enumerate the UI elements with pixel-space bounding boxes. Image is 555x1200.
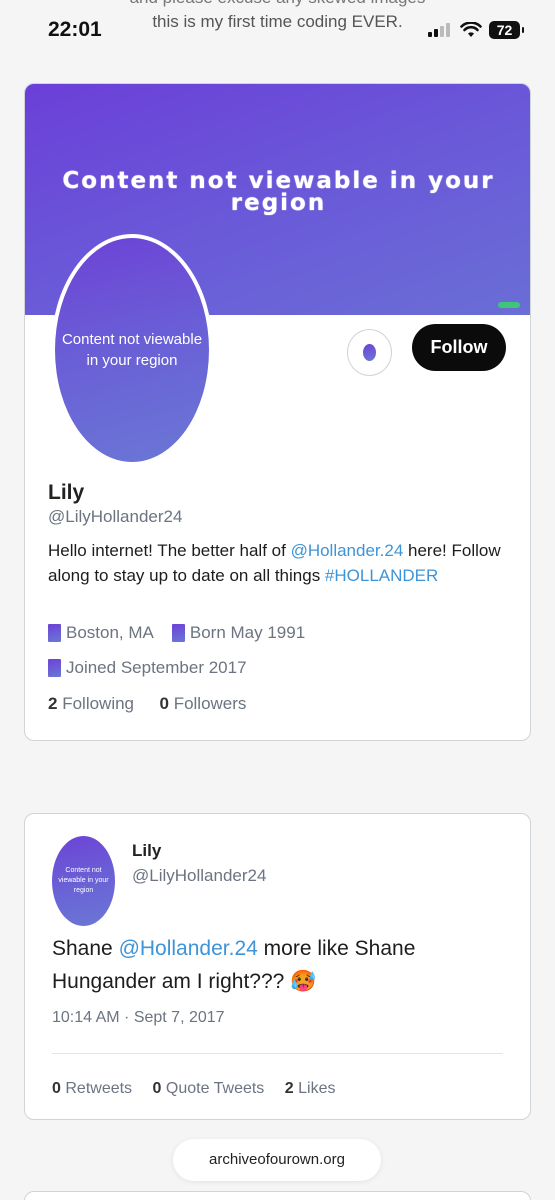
tweet-text-1: Shane xyxy=(52,937,119,960)
follow-counts: 2 Following 0 Followers xyxy=(48,694,246,714)
banner-badge xyxy=(498,302,520,308)
quote-tweets-stat[interactable]: 0 Quote Tweets xyxy=(153,1080,265,1097)
clock: 22:01 xyxy=(48,18,102,41)
retweets-count: 0 xyxy=(52,1080,61,1097)
profile-handle[interactable]: @LilyHollander24 xyxy=(48,507,182,527)
overlay-text-line-1: and please excuse any skewed images xyxy=(0,0,555,8)
profile-bio: Hello internet! The better half of @Holl… xyxy=(48,538,518,588)
profile-name: Lily xyxy=(48,481,85,504)
bio-text-1: Hello internet! The better half of xyxy=(48,541,291,560)
bio-hashtag-link[interactable]: #HOLLANDER xyxy=(325,566,438,585)
tweet-author-name[interactable]: Lily xyxy=(132,841,161,861)
bio-mention-link[interactable]: @Hollander.24 xyxy=(291,541,404,560)
following-label: Following xyxy=(62,694,135,713)
profile-location: Boston, MA xyxy=(66,623,154,642)
status-bar: and please excuse any skewed images this… xyxy=(0,0,555,62)
following-link[interactable]: 2 Following xyxy=(48,694,134,713)
battery-icon: 72 xyxy=(489,21,524,39)
likes-label: Likes xyxy=(298,1080,336,1097)
profile-avatar[interactable]: Content not viewable in your region xyxy=(51,234,213,466)
cellular-signal-icon xyxy=(428,23,454,37)
profile-meta-row-1: Boston, MA Born May 1991 xyxy=(48,623,305,643)
profile-card: Content not viewable in your region Cont… xyxy=(24,83,531,741)
divider xyxy=(52,1053,503,1054)
following-count: 2 xyxy=(48,694,58,713)
tweet-avatar-text: Content not viewable in your region xyxy=(58,867,109,894)
tweet-avatar[interactable]: Content not viewable in your region xyxy=(52,836,115,926)
tweet-card[interactable]: Content not viewable in your region Lily… xyxy=(24,813,531,1120)
location-icon xyxy=(48,624,61,642)
tweet-body: Shane @Hollander.24 more like Shane Hung… xyxy=(52,932,512,998)
avatar-mini-icon xyxy=(363,344,376,361)
likes-stat[interactable]: 2 Likes xyxy=(285,1080,336,1097)
birthday-icon xyxy=(171,624,185,642)
tweet-author-handle[interactable]: @LilyHollander24 xyxy=(132,866,266,886)
message-button[interactable] xyxy=(347,329,392,376)
profile-joined: Joined September 2017 xyxy=(66,658,247,677)
retweets-stat[interactable]: 0 Retweets xyxy=(52,1080,132,1097)
follow-button[interactable]: Follow xyxy=(412,324,506,371)
wifi-icon xyxy=(460,22,482,37)
followers-count: 0 xyxy=(159,694,169,713)
followers-link[interactable]: 0 Followers xyxy=(159,694,246,713)
browser-url-bar[interactable]: archiveofourown.org xyxy=(173,1139,381,1181)
tweet-stats: 0 Retweets 0 Quote Tweets 2 Likes xyxy=(52,1080,351,1098)
quote-tweets-count: 0 xyxy=(152,1080,162,1097)
banner-text: Content not viewable in your region xyxy=(62,168,495,216)
calendar-icon xyxy=(48,659,61,677)
tweet-timestamp[interactable]: 10:14 AM · Sept 7, 2017 xyxy=(52,1009,225,1027)
likes-count: 2 xyxy=(284,1080,294,1097)
followers-label: Followers xyxy=(173,694,247,713)
avatar-text: Content not viewable in your region xyxy=(61,331,203,369)
retweets-label: Retweets xyxy=(65,1080,133,1097)
next-card-edge xyxy=(24,1191,531,1200)
profile-meta-row-2: Joined September 2017 xyxy=(48,658,247,678)
quote-tweets-label: Quote Tweets xyxy=(165,1080,265,1097)
profile-birthday: Born May 1991 xyxy=(189,623,306,642)
tweet-mention-link[interactable]: @Hollander.24 xyxy=(119,937,258,960)
hot-face-emoji: 🥵 xyxy=(290,970,317,993)
